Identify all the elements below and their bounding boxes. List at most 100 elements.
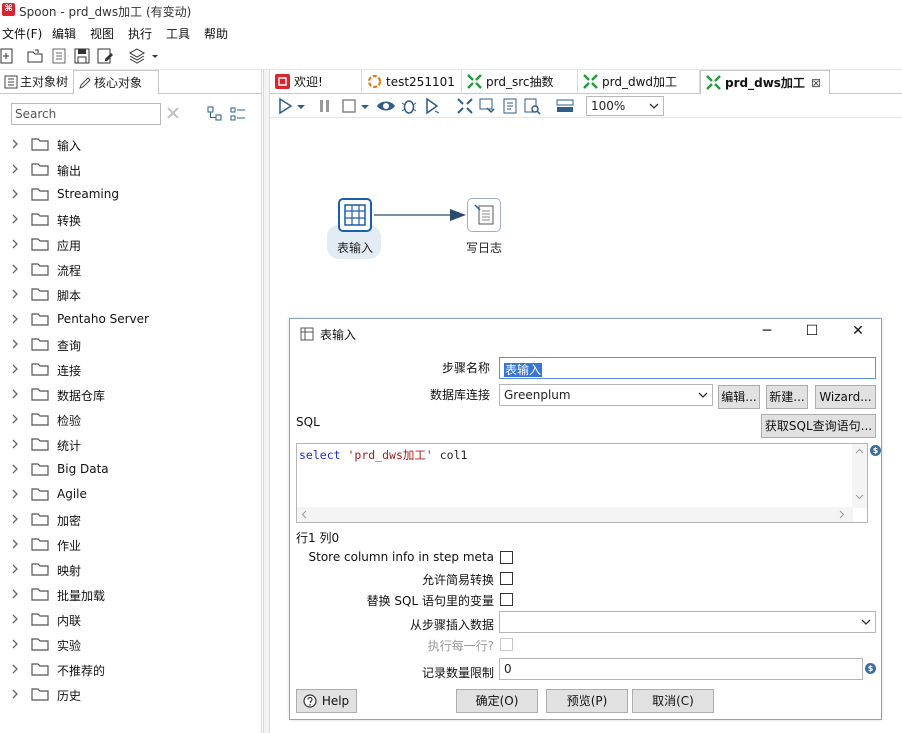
- cancel-button[interactable]: 取消(C): [632, 689, 714, 713]
- chevron-right-icon[interactable]: [11, 563, 19, 575]
- scroll-right-icon[interactable]: [839, 510, 845, 519]
- tab-prd-dwd[interactable]: prd_dwd加工: [578, 70, 700, 94]
- tree-category-item[interactable]: 实验: [0, 632, 258, 657]
- tree-category-item[interactable]: 输出: [0, 157, 258, 182]
- hop-arrow[interactable]: [374, 208, 468, 222]
- explore-db-icon[interactable]: [523, 97, 541, 115]
- tree-category-item[interactable]: 作业: [0, 532, 258, 557]
- panel-splitter[interactable]: [263, 70, 270, 733]
- menu-view[interactable]: 视图: [90, 25, 114, 42]
- menu-edit[interactable]: 编辑: [52, 25, 76, 42]
- tree-category-item[interactable]: Streaming: [0, 182, 258, 207]
- tree-category-item[interactable]: 不推荐的: [0, 657, 258, 682]
- wizard-button[interactable]: Wizard...: [815, 385, 876, 409]
- new-connection-button[interactable]: 新建...: [766, 385, 808, 409]
- menu-run[interactable]: 执行: [128, 25, 152, 42]
- chevron-right-icon[interactable]: [11, 538, 19, 550]
- tab-prd-src[interactable]: prd_src抽数: [462, 70, 578, 94]
- tree-category-item[interactable]: 统计: [0, 432, 258, 457]
- chevron-right-icon[interactable]: [11, 688, 19, 700]
- tree-category-item[interactable]: 流程: [0, 257, 258, 282]
- store-column-info-checkbox[interactable]: [500, 551, 513, 564]
- tree-category-item[interactable]: 应用: [0, 232, 258, 257]
- open-folder-icon[interactable]: [26, 47, 44, 65]
- show-results-icon[interactable]: [556, 97, 574, 115]
- sql-vertical-scrollbar[interactable]: [852, 444, 867, 508]
- close-icon[interactable]: ✕: [845, 323, 871, 343]
- replay-icon[interactable]: [423, 97, 441, 115]
- chevron-right-icon[interactable]: [11, 363, 19, 375]
- tree-category-item[interactable]: 内联: [0, 607, 258, 632]
- tree-category-item[interactable]: 检验: [0, 407, 258, 432]
- new-file-icon[interactable]: [0, 47, 16, 65]
- preview-eye-icon[interactable]: [376, 97, 396, 115]
- sql-script-icon[interactable]: [501, 97, 519, 115]
- chevron-right-icon[interactable]: [11, 488, 19, 500]
- tree-category-item[interactable]: 历史: [0, 682, 258, 707]
- db-connection-select[interactable]: Greenplum: [499, 384, 713, 406]
- replace-variables-checkbox[interactable]: [500, 593, 513, 606]
- chevron-right-icon[interactable]: [11, 413, 19, 425]
- tree-category-item[interactable]: 加密: [0, 507, 258, 532]
- tree-category-item[interactable]: 输入: [0, 132, 258, 157]
- tree-category-item[interactable]: 转换: [0, 207, 258, 232]
- limit-input[interactable]: 0: [499, 658, 863, 680]
- help-button[interactable]: Help: [296, 689, 357, 713]
- scroll-up-icon[interactable]: [855, 448, 864, 454]
- pause-icon[interactable]: [316, 97, 334, 115]
- scroll-down-icon[interactable]: [855, 494, 864, 500]
- get-sql-button[interactable]: 获取SQL查询语句...: [761, 414, 876, 438]
- chevron-right-icon[interactable]: [11, 463, 19, 475]
- tab-prd-dws[interactable]: prd_dws加工 ⊠: [700, 70, 830, 95]
- explore-repository-icon[interactable]: [50, 47, 68, 65]
- chevron-right-icon[interactable]: [11, 288, 19, 300]
- steps-search-input[interactable]: Search: [11, 103, 161, 125]
- chevron-right-icon[interactable]: [11, 638, 19, 650]
- ok-button[interactable]: 确定(O): [456, 689, 538, 713]
- stop-icon[interactable]: [340, 97, 358, 115]
- chevron-right-icon[interactable]: [11, 613, 19, 625]
- close-tab-icon[interactable]: ⊠: [811, 71, 821, 95]
- tree-category-item[interactable]: Big Data: [0, 457, 258, 482]
- chevron-right-icon[interactable]: [11, 388, 19, 400]
- step-table-input[interactable]: [338, 198, 372, 232]
- menu-help[interactable]: 帮助: [204, 25, 228, 42]
- tree-category-item[interactable]: 查询: [0, 332, 258, 357]
- chevron-right-icon[interactable]: [11, 163, 19, 175]
- expand-all-icon[interactable]: [207, 106, 223, 122]
- maximize-icon[interactable]: ☐: [799, 323, 825, 343]
- zoom-select[interactable]: 100%: [586, 96, 664, 116]
- debug-bug-icon[interactable]: [400, 97, 418, 115]
- tree-category-item[interactable]: 连接: [0, 357, 258, 382]
- tree-category-item[interactable]: 脚本: [0, 282, 258, 307]
- step-write-log[interactable]: [467, 198, 501, 232]
- stop-options-dropdown-icon[interactable]: [360, 97, 370, 115]
- chevron-right-icon[interactable]: [11, 138, 19, 150]
- execute-each-row-checkbox[interactable]: [500, 638, 513, 651]
- menu-tools[interactable]: 工具: [166, 25, 190, 42]
- clear-search-icon[interactable]: [166, 106, 180, 120]
- chevron-right-icon[interactable]: [11, 588, 19, 600]
- collapse-all-icon[interactable]: [230, 106, 246, 122]
- tab-core-objects[interactable]: 核心对象: [73, 70, 159, 95]
- tree-category-item[interactable]: 映射: [0, 557, 258, 582]
- impact-analysis-icon[interactable]: [478, 97, 496, 115]
- sql-editor[interactable]: select 'prd_dws加工' col1: [296, 443, 868, 523]
- menu-file[interactable]: 文件(F): [2, 25, 42, 42]
- save-icon[interactable]: [73, 47, 91, 65]
- chevron-right-icon[interactable]: [11, 213, 19, 225]
- run-icon[interactable]: [276, 97, 294, 115]
- preview-button[interactable]: 预览(P): [546, 689, 628, 713]
- lazy-conversion-checkbox[interactable]: [500, 572, 513, 585]
- chevron-right-icon[interactable]: [11, 263, 19, 275]
- tree-category-item[interactable]: 数据仓库: [0, 382, 258, 407]
- sql-horizontal-scrollbar[interactable]: [297, 507, 853, 522]
- chevron-right-icon[interactable]: [11, 513, 19, 525]
- chevron-right-icon[interactable]: [11, 663, 19, 675]
- save-as-icon[interactable]: [96, 47, 114, 65]
- run-options-dropdown-icon[interactable]: [296, 97, 306, 115]
- tree-category-item[interactable]: 批量加载: [0, 582, 258, 607]
- layers-dropdown-icon[interactable]: [150, 47, 160, 65]
- chevron-right-icon[interactable]: [11, 188, 19, 200]
- layers-icon[interactable]: [128, 47, 146, 65]
